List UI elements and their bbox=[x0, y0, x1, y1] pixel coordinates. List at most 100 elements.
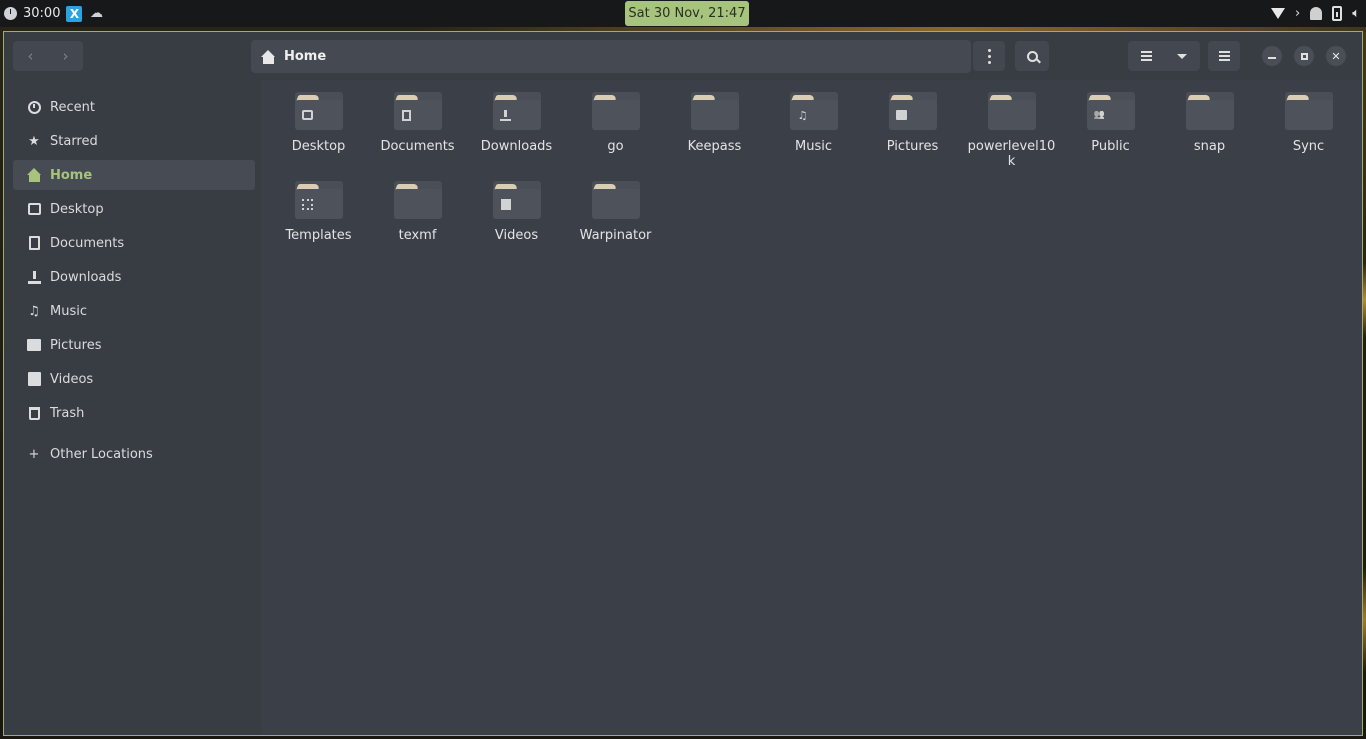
list-view-icon bbox=[1140, 51, 1152, 61]
folder-label: snap bbox=[1193, 139, 1226, 154]
view-toggle-group bbox=[1128, 41, 1200, 71]
folder-label: Templates bbox=[285, 228, 352, 243]
folder-item-sync[interactable]: Sync bbox=[1259, 90, 1358, 169]
folder-icon bbox=[888, 92, 937, 132]
folder-icon bbox=[492, 92, 541, 132]
home-icon bbox=[26, 167, 42, 183]
back-button[interactable]: ‹ bbox=[13, 41, 48, 71]
sidebar-item-label: Trash bbox=[50, 405, 85, 421]
maximize-button[interactable] bbox=[1294, 46, 1314, 66]
top-panel: 30:00 X ☁ Sat 30 Nov, 21:47 › 🔈︎ bbox=[0, 0, 1366, 27]
file-view[interactable]: Desktop Documents Downloads go Keepass ♫ bbox=[261, 80, 1362, 735]
plus-icon: + bbox=[28, 446, 40, 462]
maximize-icon bbox=[1300, 52, 1308, 60]
folder-item-downloads[interactable]: Downloads bbox=[467, 90, 566, 169]
sidebar-item-downloads[interactable]: Downloads bbox=[13, 262, 255, 292]
picture-icon bbox=[896, 109, 908, 121]
folder-icon bbox=[393, 92, 442, 132]
sidebar-item-label: Videos bbox=[50, 371, 94, 387]
folder-item-documents[interactable]: Documents bbox=[368, 90, 467, 169]
sidebar-item-recent[interactable]: Recent bbox=[13, 92, 255, 122]
expand-arrow-icon[interactable]: › bbox=[1295, 6, 1300, 21]
search-button[interactable] bbox=[1015, 41, 1049, 71]
navigation-buttons: ‹ › bbox=[13, 41, 83, 71]
folder-icon bbox=[492, 181, 541, 221]
sidebar-item-videos[interactable]: Videos bbox=[13, 364, 255, 394]
music-icon: ♫ bbox=[28, 303, 40, 319]
folder-icon: ♫ bbox=[789, 92, 838, 132]
view-options-button[interactable] bbox=[1164, 41, 1200, 71]
sidebar-item-home[interactable]: Home bbox=[13, 160, 255, 190]
timer-label[interactable]: 30:00 bbox=[23, 6, 60, 21]
minimize-button[interactable] bbox=[1262, 46, 1282, 66]
folder-label: Keepass bbox=[687, 139, 742, 154]
folder-item-texmf[interactable]: texmf bbox=[368, 179, 467, 258]
folder-grid: Desktop Documents Downloads go Keepass ♫ bbox=[269, 90, 1358, 258]
download-icon bbox=[500, 109, 512, 121]
desktop-icon bbox=[302, 109, 314, 121]
folder-icon bbox=[690, 92, 739, 132]
clock-button[interactable]: Sat 30 Nov, 21:47 bbox=[625, 1, 749, 26]
folder-icon bbox=[987, 92, 1036, 132]
sidebar-item-label: Pictures bbox=[50, 337, 102, 353]
folder-item-music[interactable]: ♫ Music bbox=[764, 90, 863, 169]
desktop-icon bbox=[26, 201, 42, 217]
list-view-button[interactable] bbox=[1128, 41, 1164, 71]
weather-icon[interactable]: ☁ bbox=[88, 6, 104, 21]
timer-icon[interactable] bbox=[4, 7, 17, 20]
sidebar-item-music[interactable]: ♫ Music bbox=[13, 296, 255, 326]
folder-item-pictures[interactable]: Pictures bbox=[863, 90, 962, 169]
folder-icon bbox=[294, 181, 343, 221]
folder-label: Music bbox=[795, 139, 832, 154]
app-tray-icon[interactable]: X bbox=[66, 5, 83, 22]
document-icon bbox=[26, 235, 42, 251]
notification-bell-icon[interactable] bbox=[1310, 7, 1323, 20]
search-icon bbox=[1026, 50, 1038, 62]
folder-label: Documents bbox=[380, 139, 455, 154]
folder-label: Desktop bbox=[291, 139, 346, 154]
sidebar-item-starred[interactable]: ★ Starred bbox=[13, 126, 255, 156]
folder-item-public[interactable]: 👥 Public bbox=[1061, 90, 1160, 169]
main-menu-button[interactable] bbox=[1208, 41, 1240, 71]
folder-label: powerlevel10k bbox=[967, 139, 1056, 169]
path-bar[interactable]: Home bbox=[251, 40, 971, 73]
clock-icon bbox=[26, 99, 42, 115]
sidebar-item-trash[interactable]: Trash bbox=[13, 398, 255, 428]
folder-item-go[interactable]: go bbox=[566, 90, 665, 169]
folder-label: texmf bbox=[398, 228, 437, 243]
folder-label: Sync bbox=[1292, 139, 1325, 154]
sidebar-item-desktop[interactable]: Desktop bbox=[13, 194, 255, 224]
folder-icon: 👥 bbox=[1086, 92, 1135, 132]
path-label[interactable]: Home bbox=[284, 49, 326, 64]
video-icon bbox=[500, 198, 512, 210]
sidebar-item-label: Home bbox=[50, 167, 93, 183]
sidebar-item-label: Desktop bbox=[50, 201, 104, 217]
sidebar-item-label: Music bbox=[50, 303, 87, 319]
folder-label: go bbox=[607, 139, 624, 154]
folder-item-warpinator[interactable]: Warpinator bbox=[566, 179, 665, 258]
path-menu-button[interactable] bbox=[973, 41, 1005, 71]
sidebar-item-pictures[interactable]: Pictures bbox=[13, 330, 255, 360]
trash-icon bbox=[26, 405, 42, 421]
header-bar: ‹ › Home ✕ bbox=[4, 32, 1362, 80]
folder-item-powerlevel10k[interactable]: powerlevel10k bbox=[962, 90, 1061, 169]
forward-button[interactable]: › bbox=[48, 41, 83, 71]
folder-item-snap[interactable]: snap bbox=[1160, 90, 1259, 169]
volume-icon[interactable]: 🔈︎ bbox=[1352, 6, 1360, 21]
folder-item-keepass[interactable]: Keepass bbox=[665, 90, 764, 169]
hamburger-icon bbox=[1218, 51, 1230, 61]
home-icon bbox=[261, 49, 276, 64]
star-icon: ★ bbox=[28, 133, 40, 149]
folder-item-templates[interactable]: Templates bbox=[269, 179, 368, 258]
sidebar-item-documents[interactable]: Documents bbox=[13, 228, 255, 258]
music-icon: ♫ bbox=[797, 108, 808, 122]
battery-icon[interactable] bbox=[1332, 6, 1343, 21]
close-button[interactable]: ✕ bbox=[1326, 46, 1346, 66]
folder-label: Public bbox=[1091, 139, 1130, 154]
sidebar-item-other-locations[interactable]: + Other Locations bbox=[13, 439, 255, 469]
folder-item-videos[interactable]: Videos bbox=[467, 179, 566, 258]
wifi-icon[interactable] bbox=[1270, 8, 1285, 19]
sidebar-item-label: Recent bbox=[50, 99, 95, 115]
folder-item-desktop[interactable]: Desktop bbox=[269, 90, 368, 169]
video-icon bbox=[26, 371, 42, 387]
